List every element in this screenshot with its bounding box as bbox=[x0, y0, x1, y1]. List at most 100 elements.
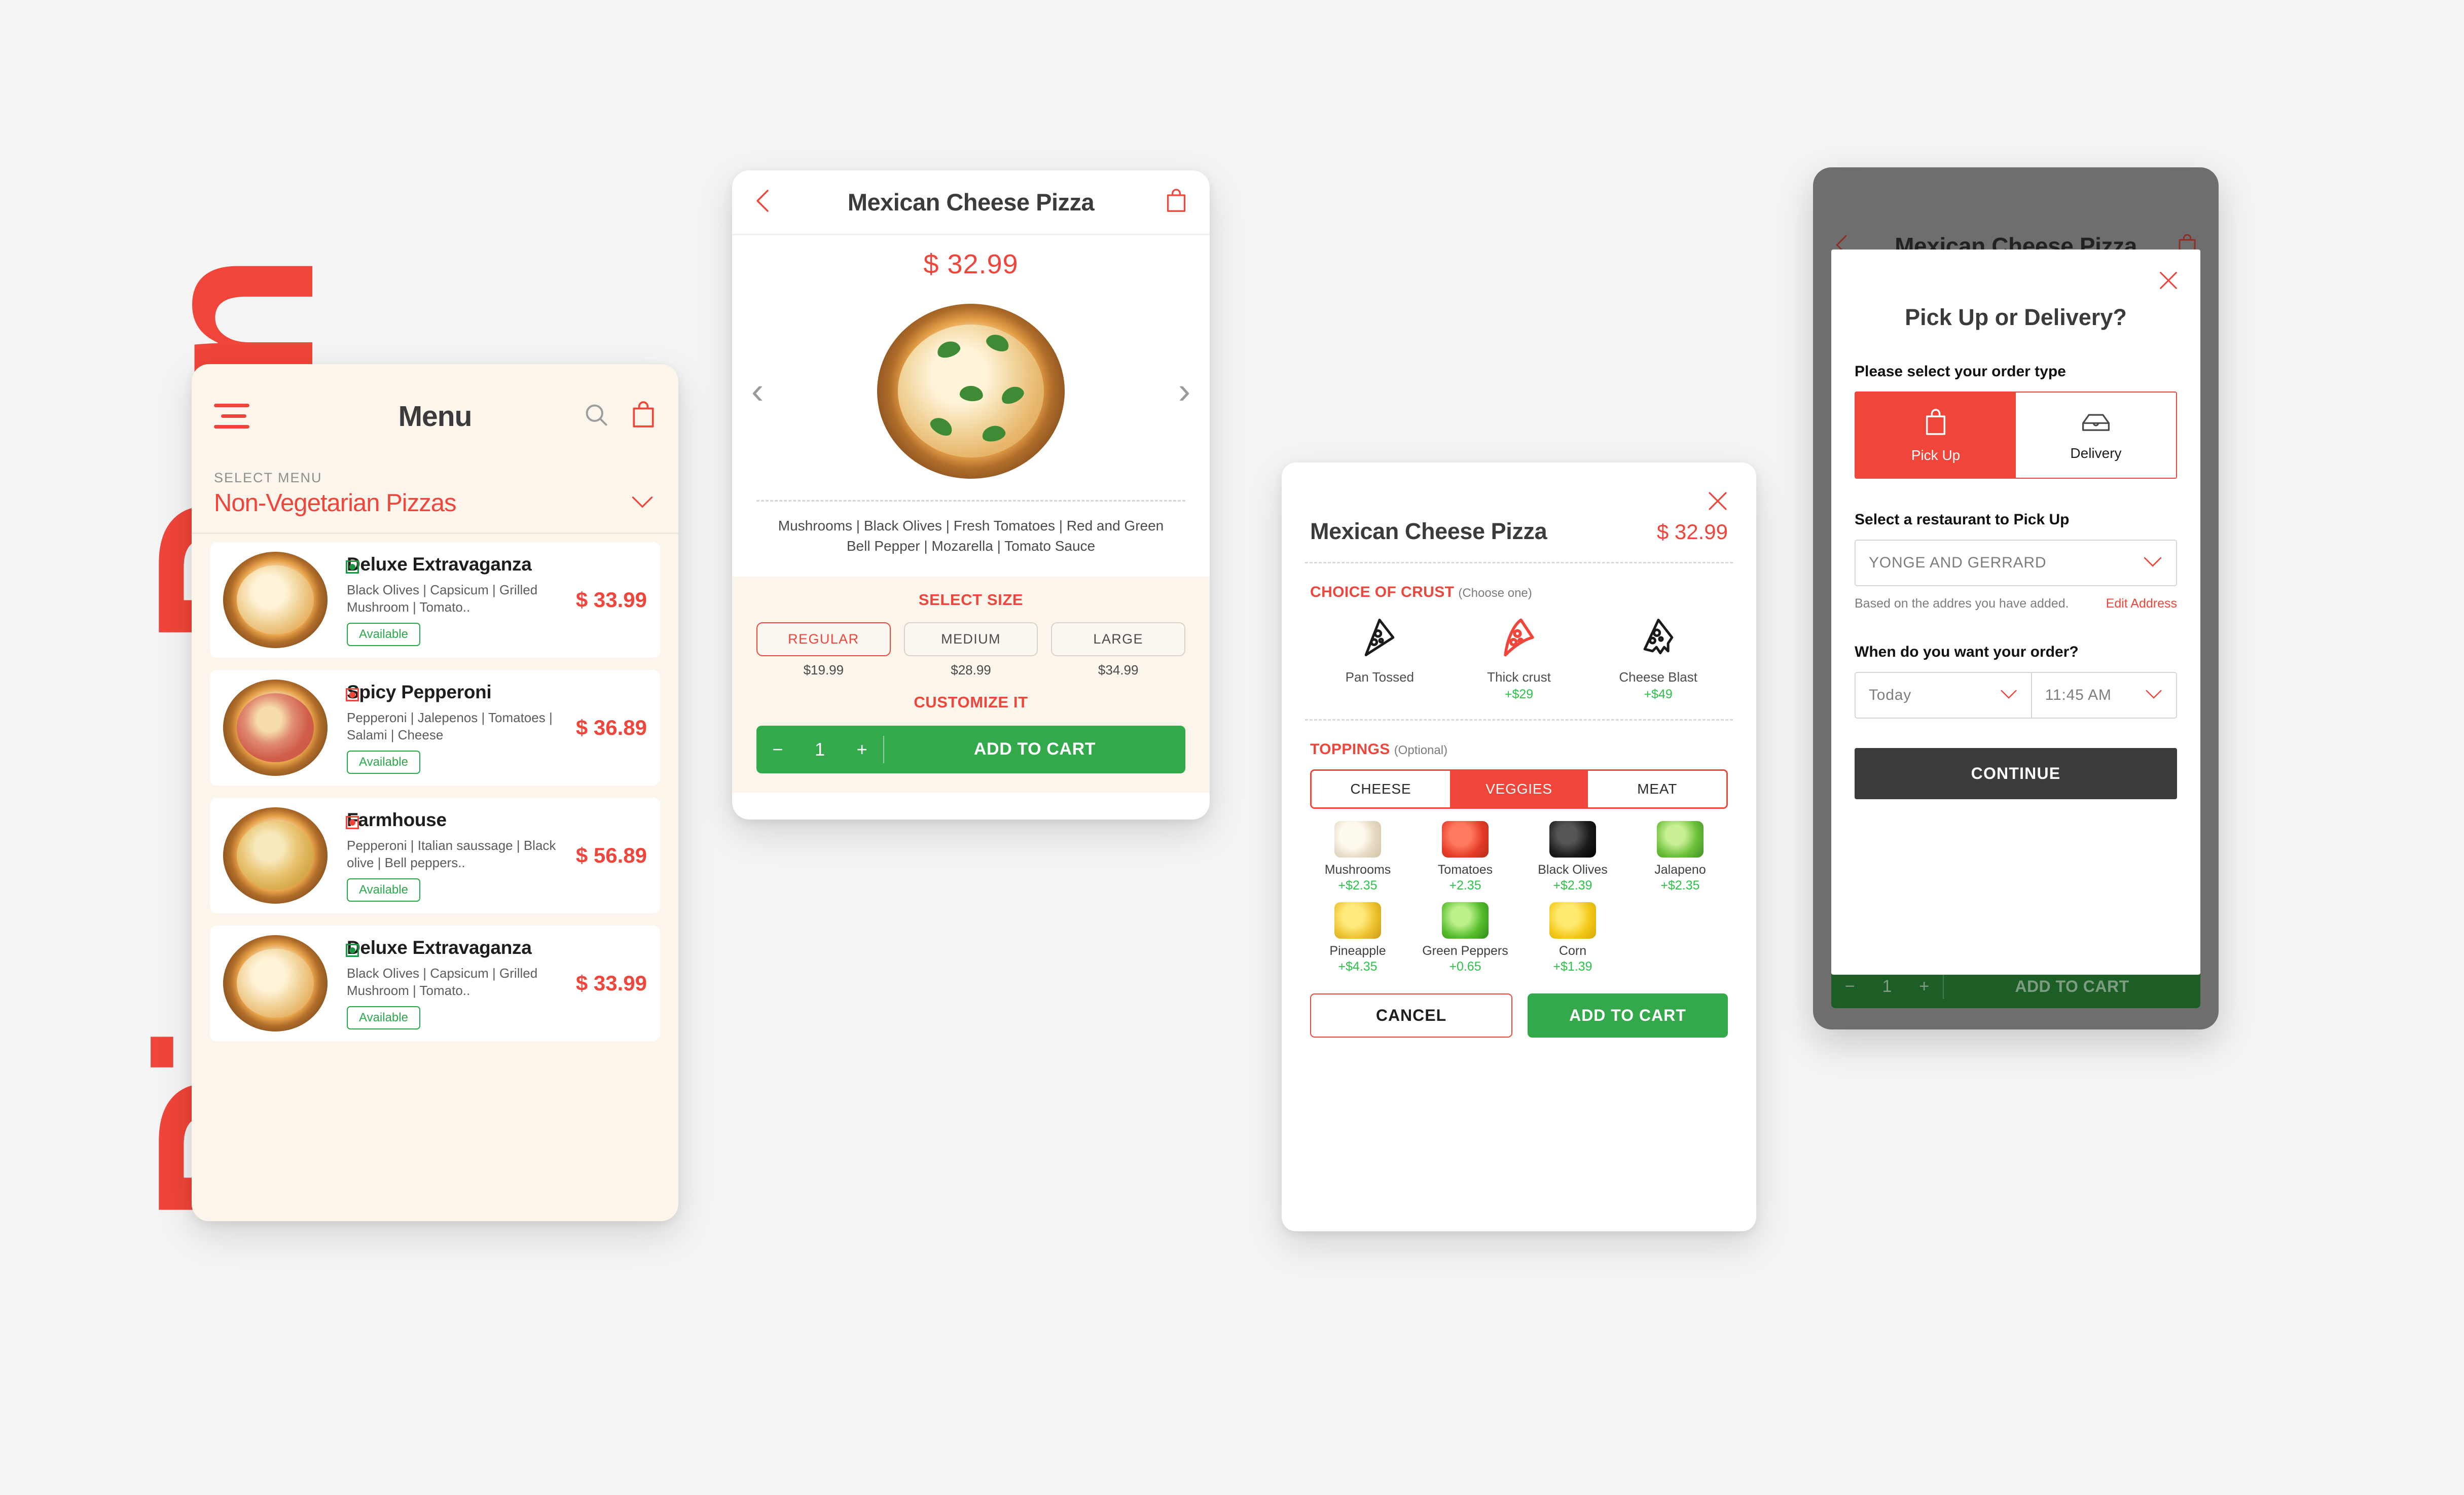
tab-cheese[interactable]: CHEESE bbox=[1312, 771, 1450, 807]
list-item[interactable]: Farmhouse Pepperoni | Italian saussage |… bbox=[210, 798, 660, 913]
tab-meat[interactable]: MEAT bbox=[1588, 771, 1726, 807]
time-select[interactable]: 11:45 AM bbox=[2032, 672, 2177, 719]
crust-option-cheese-blast[interactable]: Cheese Blast +$49 bbox=[1588, 614, 1728, 702]
chevron-down-icon bbox=[2143, 556, 2163, 570]
list-item[interactable]: Deluxe Extravaganza Black Olives | Capsi… bbox=[210, 926, 660, 1041]
modal-title: Pick Up or Delivery? bbox=[1905, 304, 2127, 330]
size-label: REGULAR bbox=[756, 622, 891, 656]
non-veg-marker-icon bbox=[346, 816, 359, 829]
topping-corn[interactable]: Corn +$1.39 bbox=[1519, 902, 1626, 974]
address-note: Based on the addres you have added. bbox=[1855, 596, 2069, 611]
topping-pineapple[interactable]: Pineapple +$4.35 bbox=[1304, 902, 1411, 974]
topping-name: Green Peppers bbox=[1422, 944, 1508, 958]
size-label: MEDIUM bbox=[903, 622, 1038, 656]
customize-it-link[interactable]: CUSTOMIZE IT bbox=[756, 693, 1185, 711]
tablet-device-frame: Mexican Cheese Pizza − 1 + ADD TO CART P… bbox=[1813, 167, 2219, 1029]
status-badge: Available bbox=[347, 878, 420, 902]
select-size-label: SELECT SIZE bbox=[918, 590, 1024, 609]
food-price: $ 33.99 bbox=[575, 971, 647, 995]
continue-button[interactable]: CONTINUE bbox=[1855, 748, 2177, 799]
customize-header: Mexican Cheese Pizza $ 32.99 bbox=[1282, 462, 1756, 545]
list-item[interactable]: Deluxe Extravaganza Black Olives | Capsi… bbox=[210, 542, 660, 658]
jalapeno-icon bbox=[1657, 821, 1704, 858]
pineapple-icon bbox=[1334, 902, 1381, 939]
topping-name: Mushrooms bbox=[1324, 863, 1391, 877]
order-type-delivery[interactable]: Delivery bbox=[2016, 393, 2176, 478]
decrease-quantity-button[interactable]: − bbox=[772, 739, 783, 760]
chevron-down-icon[interactable] bbox=[631, 495, 654, 511]
size-option-medium[interactable]: MEDIUM $28.99 bbox=[903, 622, 1038, 678]
delivery-label: Delivery bbox=[2070, 445, 2122, 461]
green-peppers-icon bbox=[1442, 902, 1489, 939]
add-to-cart-button[interactable]: ADD TO CART bbox=[884, 739, 1185, 759]
toppings-grid: Mushrooms +$2.35 Tomatoes +2.35 Black Ol… bbox=[1282, 809, 1756, 983]
crust-name: Pan Tossed bbox=[1345, 669, 1415, 685]
chevron-down-icon bbox=[2145, 689, 2163, 702]
food-name: Spicy Pepperoni bbox=[347, 681, 492, 702]
quantity-stepper[interactable]: − 1 + bbox=[1831, 977, 1943, 996]
close-icon[interactable] bbox=[1706, 489, 1730, 516]
carousel-prev-icon[interactable]: ‹ bbox=[751, 373, 764, 409]
tab-veggies[interactable]: VEGGIES bbox=[1450, 771, 1588, 807]
food-price: $ 33.99 bbox=[575, 588, 647, 612]
status-badge: Available bbox=[347, 623, 420, 647]
cancel-button[interactable]: CANCEL bbox=[1310, 993, 1512, 1038]
food-thumbnail bbox=[223, 807, 328, 904]
increase-quantity-button[interactable]: + bbox=[1919, 977, 1929, 996]
topping-empty-slot bbox=[1626, 902, 1734, 974]
quantity-value: 1 bbox=[1882, 976, 1892, 996]
topping-black-olives[interactable]: Black Olives +$2.39 bbox=[1519, 821, 1626, 893]
topping-jalapeno[interactable]: Jalapeno +$2.35 bbox=[1626, 821, 1734, 893]
product-title: Mexican Cheese Pizza bbox=[1310, 518, 1547, 544]
crust-heading-text: CHOICE OF CRUST bbox=[1310, 584, 1455, 600]
size-price: $19.99 bbox=[803, 662, 844, 678]
status-badge: Available bbox=[347, 1006, 420, 1030]
black-olives-icon bbox=[1549, 821, 1596, 858]
select-menu-block[interactable]: SELECT MENU Non-Vegetarian Pizzas bbox=[192, 468, 678, 517]
quantity-stepper[interactable]: − 1 + bbox=[756, 739, 883, 760]
crust-option-pan-tossed[interactable]: Pan Tossed bbox=[1310, 614, 1450, 702]
restaurant-value: YONGE AND GERRARD bbox=[1869, 554, 2047, 571]
order-type-pickup[interactable]: Pick Up bbox=[1856, 393, 2016, 478]
size-option-regular[interactable]: REGULAR $19.99 bbox=[756, 622, 891, 678]
when-label: When do you want your order? bbox=[1855, 644, 2079, 660]
toppings-section-heading: TOPPINGS (Optional) bbox=[1282, 721, 1756, 758]
crust-option-thick-crust[interactable]: Thick crust +$29 bbox=[1450, 614, 1589, 702]
increase-quantity-button[interactable]: + bbox=[857, 739, 867, 760]
toppings-heading-text: TOPPINGS bbox=[1310, 741, 1390, 758]
food-info: Spicy Pepperoni Pepperoni | Jalepenos | … bbox=[328, 682, 576, 774]
non-veg-marker-icon bbox=[346, 688, 359, 701]
topping-mushrooms[interactable]: Mushrooms +$2.35 bbox=[1304, 821, 1411, 893]
add-to-cart-button[interactable]: ADD TO CART bbox=[1528, 993, 1728, 1038]
crust-name: Thick crust bbox=[1487, 669, 1551, 685]
size-option-large[interactable]: LARGE $34.99 bbox=[1051, 622, 1186, 678]
food-thumbnail bbox=[223, 552, 328, 648]
topping-tomatoes[interactable]: Tomatoes +2.35 bbox=[1411, 821, 1519, 893]
menu-screen: Menu SELECT MENU Non-Vegetarian Pizzas D… bbox=[192, 364, 678, 1221]
decrease-quantity-button[interactable]: − bbox=[1845, 977, 1855, 996]
food-info: Deluxe Extravaganza Black Olives | Capsi… bbox=[328, 554, 576, 647]
size-price: $34.99 bbox=[1098, 662, 1139, 678]
corn-icon bbox=[1549, 902, 1596, 939]
topping-green-peppers[interactable]: Green Peppers +0.65 bbox=[1411, 902, 1519, 974]
day-select[interactable]: Today bbox=[1855, 672, 2032, 719]
food-description: Pepperoni | Italian saussage | Black oli… bbox=[347, 837, 556, 870]
topping-price: +0.65 bbox=[1449, 959, 1481, 974]
chevron-down-icon bbox=[2000, 689, 2018, 702]
topping-price: +$2.35 bbox=[1660, 878, 1700, 893]
edit-address-link[interactable]: Edit Address bbox=[2106, 596, 2177, 611]
close-icon[interactable] bbox=[2157, 269, 2180, 295]
crust-surcharge: +$49 bbox=[1644, 687, 1673, 701]
quantity-value: 1 bbox=[814, 738, 825, 760]
product-price: $ 32.99 bbox=[1656, 520, 1728, 544]
veg-marker-icon bbox=[346, 944, 359, 957]
restaurant-select[interactable]: YONGE AND GERRARD bbox=[1855, 540, 2177, 586]
add-to-cart-button[interactable]: ADD TO CART bbox=[1944, 977, 2200, 996]
select-menu-label: SELECT MENU bbox=[214, 470, 322, 485]
food-info: Farmhouse Pepperoni | Italian saussage |… bbox=[328, 809, 576, 902]
carousel-next-icon[interactable]: › bbox=[1178, 373, 1190, 409]
list-item[interactable]: Spicy Pepperoni Pepperoni | Jalepenos | … bbox=[210, 670, 660, 786]
toppings-heading-hint: (Optional) bbox=[1394, 743, 1448, 757]
toppings-tabs: CHEESE VEGGIES MEAT bbox=[1310, 769, 1728, 809]
order-type-toggle: Pick Up Delivery bbox=[1855, 391, 2177, 479]
